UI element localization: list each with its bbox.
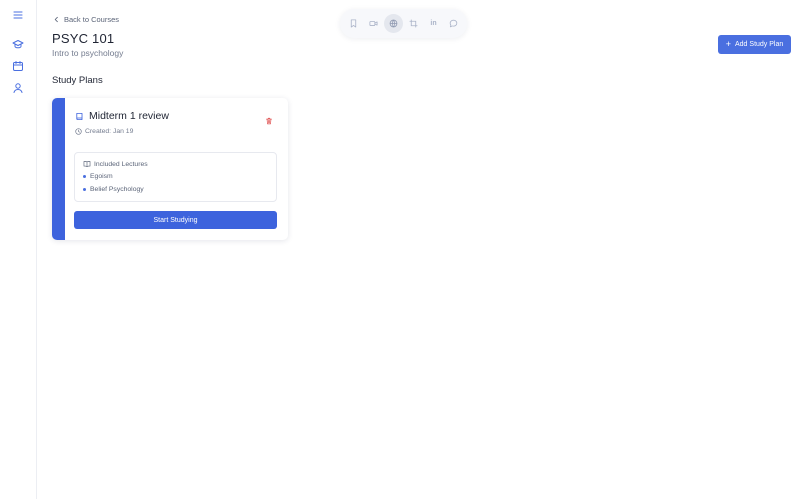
included-lectures-label: Included Lectures <box>94 160 148 168</box>
lecture-item: Belief Psychology <box>83 186 144 193</box>
study-plan-title-row: Midterm 1 review <box>75 110 169 122</box>
globe-icon[interactable] <box>384 14 403 33</box>
start-studying-button[interactable]: Start Studying <box>74 211 277 229</box>
page-title: PSYC 101 <box>52 31 115 46</box>
study-plan-card: Midterm 1 review Created: Jan 19 Include… <box>52 98 288 240</box>
user-icon[interactable] <box>11 81 25 95</box>
plus-icon: + <box>725 39 731 49</box>
back-link-label: Back to Courses <box>64 14 120 24</box>
clock-icon <box>75 128 82 135</box>
video-icon[interactable] <box>364 14 383 33</box>
back-to-courses-link[interactable]: Back to Courses <box>53 14 119 24</box>
menu-icon[interactable] <box>11 8 25 22</box>
page-subtitle: Intro to psychology <box>52 48 124 58</box>
sidebar <box>0 0 37 499</box>
lecture-name: Egoism <box>90 173 113 180</box>
trash-icon <box>266 117 272 125</box>
start-studying-label: Start Studying <box>153 216 198 224</box>
calendar-icon[interactable] <box>11 59 25 73</box>
delete-study-plan-button[interactable] <box>265 112 274 125</box>
book-icon <box>76 112 83 120</box>
included-lectures-box: Included Lectures Egoism Belief Psycholo… <box>74 152 277 202</box>
linkedin-icon[interactable]: in <box>424 14 443 33</box>
study-plan-title: Midterm 1 review <box>89 110 169 122</box>
lecture-item: Egoism <box>83 173 113 180</box>
crop-icon[interactable] <box>404 14 423 33</box>
chevron-left-icon <box>54 16 58 22</box>
chat-bubble-icon[interactable] <box>444 14 463 33</box>
included-lectures-heading: Included Lectures <box>83 160 148 168</box>
created-date: Created: Jan 19 <box>75 128 133 135</box>
floating-toolbar: in <box>340 9 467 38</box>
created-date-label: Created: Jan 19 <box>85 128 134 135</box>
add-study-plan-button[interactable]: + Add Study Plan <box>718 35 791 54</box>
graduation-cap-icon[interactable] <box>11 37 25 51</box>
section-title: Study Plans <box>52 75 103 86</box>
open-book-icon <box>83 161 91 167</box>
linkedin-label: in <box>430 20 437 27</box>
bullet-dot <box>83 188 86 191</box>
bookmark-icon[interactable] <box>344 14 363 33</box>
bullet-dot <box>83 175 86 178</box>
lecture-name: Belief Psychology <box>90 186 144 193</box>
add-study-plan-label: Add Study Plan <box>735 41 784 48</box>
card-accent-bar <box>52 98 65 240</box>
